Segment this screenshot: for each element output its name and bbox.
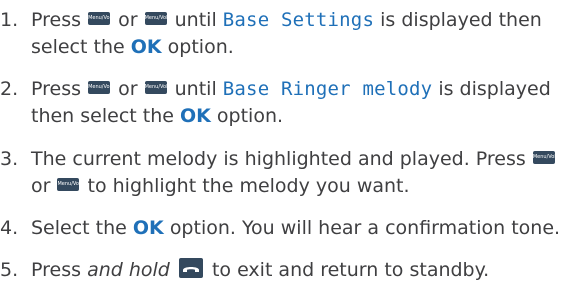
step-text: Press [31, 9, 82, 31]
step-text: The current melody is highlighted and pl… [31, 148, 526, 170]
step-number: 3. [0, 148, 19, 170]
step-text: option. You will hear a confirmation ton… [169, 217, 561, 239]
step-text: Select the [31, 217, 127, 239]
step-2-continuation: then select the OK option. [31, 103, 283, 130]
step-text: or [118, 9, 138, 31]
step-text: Press [31, 78, 82, 100]
step-text: option. [216, 105, 284, 127]
menu-vol-down-key-icon: Menu/Vol- [144, 81, 167, 94]
step-text: or [118, 78, 138, 100]
step-1: 1. Press Menu/Vol+ or Menu/Vol- until Bas… [0, 7, 580, 34]
display-text: Base Ringer melody [222, 78, 433, 100]
step-text: until [174, 9, 217, 31]
step-emphasis: and hold [87, 259, 170, 281]
step-5: 5. Press and hold to exit and return to s… [0, 257, 580, 284]
step-text: then select the [31, 105, 174, 127]
step-3-continuation: or Menu/Vol- to highlight the melody you… [31, 173, 410, 200]
ok-option: OK [179, 105, 211, 127]
step-text: select the [31, 36, 125, 58]
menu-vol-up-key-icon: Menu/Vol+ [532, 151, 555, 164]
step-text: or [31, 175, 51, 197]
instruction-steps: 1. Press Menu/Vol+ or Menu/Vol- until Bas… [0, 0, 587, 290]
step-2: 2. Press Menu/Vol+ or Menu/Vol- until Bas… [0, 76, 580, 103]
step-text: Press [31, 259, 82, 281]
ok-option: OK [132, 217, 164, 239]
step-text: to exit and return to standby. [211, 259, 490, 281]
step-text: until [174, 78, 217, 100]
step-number: 5. [0, 259, 19, 281]
step-1-continuation: select the OK option. [31, 34, 234, 61]
end-call-icon [178, 258, 203, 278]
step-text: option. [167, 36, 234, 58]
display-text: Base Settings [222, 9, 375, 31]
menu-vol-down-key-icon: Menu/Vol- [57, 178, 80, 191]
step-number: 4. [0, 217, 19, 239]
step-number: 2. [0, 78, 19, 100]
menu-vol-up-key-icon: Menu/Vol+ [88, 12, 111, 25]
ok-option: OK [130, 36, 162, 58]
step-text: is displayed [438, 78, 551, 100]
step-3: 3. The current melody is highlighted and … [0, 146, 580, 173]
step-4: 4. Select the OK option. You will hear a … [0, 215, 580, 242]
menu-vol-up-key-icon: Menu/Vol+ [88, 81, 111, 94]
menu-vol-down-key-icon: Menu/Vol- [144, 12, 167, 25]
step-text: to highlight the melody you want. [87, 175, 410, 197]
step-text: is displayed then [380, 9, 542, 31]
step-number: 1. [0, 9, 19, 31]
